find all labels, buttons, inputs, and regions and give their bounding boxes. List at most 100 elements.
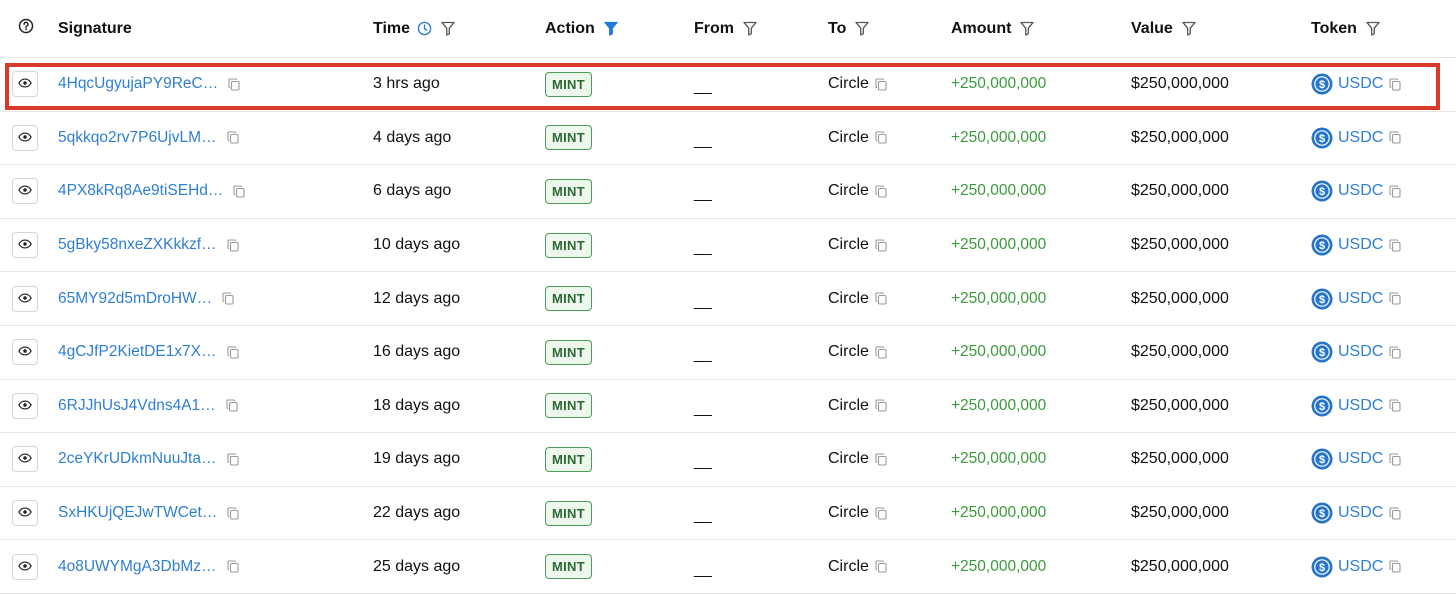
copy-icon[interactable] <box>1389 185 1401 198</box>
view-button[interactable] <box>12 285 38 312</box>
copy-icon[interactable] <box>875 239 887 252</box>
signature-link[interactable]: 6RJJhUsJ4Vdns4A1… <box>58 397 216 415</box>
amount-cell: +250,000,000 <box>951 112 1046 165</box>
view-button[interactable] <box>12 178 38 205</box>
copy-icon[interactable] <box>222 292 234 305</box>
table-row[interactable]: 4o8UWYMgA3DbMz… 25 days ago MINT __ Circ… <box>0 540 1456 594</box>
signature-link[interactable]: 4HqcUgyujaPY9ReC… <box>58 75 218 93</box>
view-button[interactable] <box>12 71 38 98</box>
copy-icon[interactable] <box>1389 346 1401 359</box>
table-row[interactable]: 4HqcUgyujaPY9ReC… 3 hrs ago MINT __ Circ… <box>0 58 1456 112</box>
copy-icon[interactable] <box>233 185 245 198</box>
table-row[interactable]: 4PX8kRq8Ae9tiSEHd… 6 days ago MINT __ Ci… <box>0 165 1456 219</box>
token-link[interactable]: USDC <box>1338 182 1383 200</box>
from-cell: __ <box>694 112 712 165</box>
table-row[interactable]: 6RJJhUsJ4Vdns4A1… 18 days ago MINT __ Ci… <box>0 380 1456 434</box>
filter-icon[interactable] <box>743 21 757 36</box>
clock-icon[interactable] <box>417 21 432 36</box>
amount-cell: +250,000,000 <box>951 58 1046 111</box>
copy-icon[interactable] <box>226 346 239 359</box>
copy-icon[interactable] <box>228 78 240 91</box>
copy-icon[interactable] <box>1389 506 1401 520</box>
copy-icon[interactable] <box>875 292 887 305</box>
token-link[interactable]: USDC <box>1338 290 1383 308</box>
copy-icon[interactable] <box>1389 560 1401 573</box>
token-link[interactable]: USDC <box>1338 343 1383 361</box>
signature-cell: 4HqcUgyujaPY9ReC… <box>58 58 240 111</box>
filter-icon[interactable] <box>441 21 455 36</box>
table-row[interactable]: 5gBky58nxeZXKkkzf… 10 days ago MINT __ C… <box>0 219 1456 273</box>
copy-icon[interactable] <box>1389 399 1401 412</box>
table-row[interactable]: 65MY92d5mDroHW… 12 days ago MINT __ Circ… <box>0 272 1456 326</box>
time-cell: 3 hrs ago <box>373 58 440 111</box>
amount-cell: +250,000,000 <box>951 380 1046 433</box>
table-row[interactable]: 4gCJfP2KietDE1x7X… 16 days ago MINT __ C… <box>0 326 1456 380</box>
copy-icon[interactable] <box>1389 131 1401 144</box>
to-text[interactable]: Circle <box>828 182 869 200</box>
token-link[interactable]: USDC <box>1338 504 1383 522</box>
filter-icon[interactable] <box>1366 21 1380 36</box>
signature-link[interactable]: 4o8UWYMgA3DbMz… <box>58 558 217 576</box>
table-row[interactable]: SxHKUjQEJwTWCet… 22 days ago MINT __ Cir… <box>0 487 1456 541</box>
help-circle-icon[interactable] <box>18 18 34 39</box>
to-text[interactable]: Circle <box>828 504 869 522</box>
copy-icon[interactable] <box>875 185 887 198</box>
copy-icon[interactable] <box>226 560 239 573</box>
to-text[interactable]: Circle <box>828 343 869 361</box>
view-button[interactable] <box>12 124 38 151</box>
to-cell: Circle <box>828 487 887 540</box>
view-button[interactable] <box>12 339 38 366</box>
token-link[interactable]: USDC <box>1338 129 1383 147</box>
to-text[interactable]: Circle <box>828 129 869 147</box>
copy-icon[interactable] <box>875 506 887 520</box>
copy-icon[interactable] <box>1389 239 1401 252</box>
view-button[interactable] <box>12 446 38 473</box>
copy-icon[interactable] <box>1389 453 1401 466</box>
signature-link[interactable]: 5qkkqo2rv7P6UjvLM… <box>58 129 217 147</box>
to-text[interactable]: Circle <box>828 290 869 308</box>
amount-cell: +250,000,000 <box>951 487 1046 540</box>
view-button[interactable] <box>12 232 38 259</box>
copy-icon[interactable] <box>875 399 887 412</box>
time-cell: 4 days ago <box>373 112 451 165</box>
signature-link[interactable]: 4gCJfP2KietDE1x7X… <box>58 343 217 361</box>
filter-icon[interactable] <box>1020 21 1035 36</box>
to-text[interactable]: Circle <box>828 558 869 576</box>
copy-icon[interactable] <box>875 346 887 359</box>
signature-link[interactable]: 65MY92d5mDroHW… <box>58 290 212 308</box>
view-button[interactable] <box>12 500 38 527</box>
to-text[interactable]: Circle <box>828 397 869 415</box>
copy-icon[interactable] <box>875 560 887 573</box>
table-row[interactable]: 5qkkqo2rv7P6UjvLM… 4 days ago MINT __ Ci… <box>0 112 1456 166</box>
copy-icon[interactable] <box>226 399 238 412</box>
view-button[interactable] <box>12 553 38 580</box>
token-link[interactable]: USDC <box>1338 75 1383 93</box>
copy-icon[interactable] <box>875 78 887 91</box>
signature-link[interactable]: 4PX8kRq8Ae9tiSEHd… <box>58 182 223 200</box>
copy-icon[interactable] <box>226 453 239 466</box>
copy-icon[interactable] <box>226 239 239 252</box>
to-text[interactable]: Circle <box>828 450 869 468</box>
filter-active-icon[interactable] <box>604 21 618 36</box>
token-link[interactable]: USDC <box>1338 236 1383 254</box>
filter-icon[interactable] <box>1182 21 1196 36</box>
copy-icon[interactable] <box>875 453 887 466</box>
token-link[interactable]: USDC <box>1338 397 1383 415</box>
copy-icon[interactable] <box>227 506 239 520</box>
copy-icon[interactable] <box>875 131 887 144</box>
filter-icon[interactable] <box>855 21 870 36</box>
view-button[interactable] <box>12 392 38 419</box>
to-cell: Circle <box>828 380 887 433</box>
copy-icon[interactable] <box>1389 78 1401 91</box>
to-text[interactable]: Circle <box>828 75 869 93</box>
token-link[interactable]: USDC <box>1338 450 1383 468</box>
signature-link[interactable]: SxHKUjQEJwTWCet… <box>58 504 217 522</box>
copy-icon[interactable] <box>1389 292 1401 305</box>
to-text[interactable]: Circle <box>828 236 869 254</box>
signature-link[interactable]: 2ceYKrUDkmNuuJta… <box>58 450 217 468</box>
token-link[interactable]: USDC <box>1338 558 1383 576</box>
table-row[interactable]: 2ceYKrUDkmNuuJta… 19 days ago MINT __ Ci… <box>0 433 1456 487</box>
copy-icon[interactable] <box>226 131 239 144</box>
signature-link[interactable]: 5gBky58nxeZXKkkzf… <box>58 236 217 254</box>
signature-cell: 2ceYKrUDkmNuuJta… <box>58 433 239 486</box>
